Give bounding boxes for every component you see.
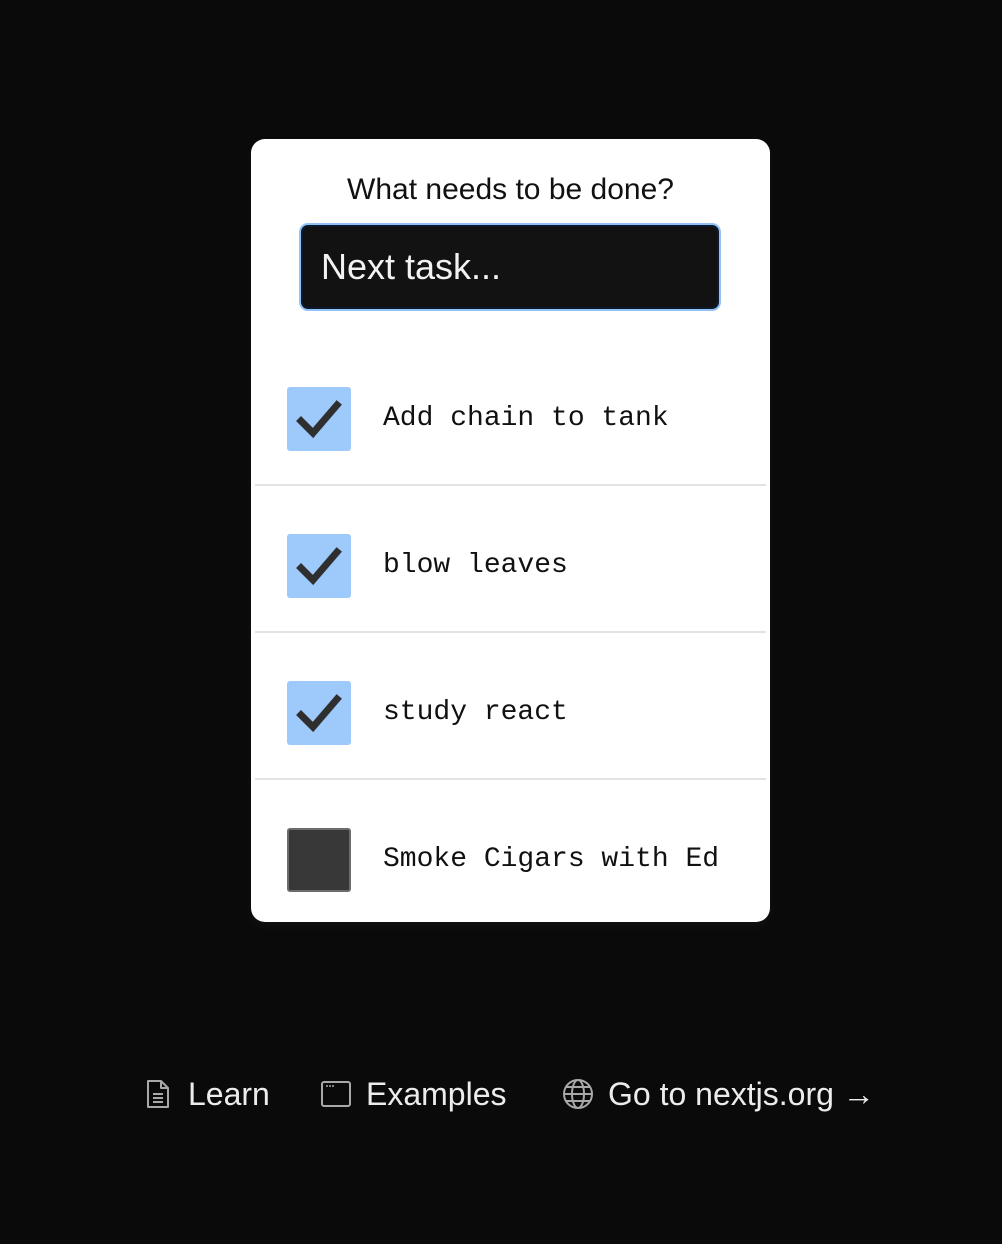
todo-prompt: What needs to be done? (347, 173, 674, 206)
todo-item: Add chain to tank (255, 339, 766, 486)
checkmark-icon (296, 694, 342, 733)
learn-link[interactable]: Learn (142, 1072, 282, 1116)
document-icon (147, 1080, 169, 1108)
todo-item: blow leaves (255, 486, 766, 633)
todo-checkbox-checked[interactable] (287, 387, 351, 451)
window-icon (321, 1081, 351, 1107)
footer-nav: Learn Examples Go to nextjs.org → (0, 1072, 1002, 1116)
nextjs-org-link[interactable]: Go to nextjs.org → (562, 1072, 892, 1116)
examples-link[interactable]: Examples (320, 1072, 520, 1116)
new-task-input[interactable] (301, 225, 719, 309)
checkmark-icon (296, 400, 342, 439)
todo-text: Add chain to tank (383, 403, 669, 434)
todo-checkbox-unchecked[interactable] (287, 828, 351, 892)
todo-checkbox-checked[interactable] (287, 681, 351, 745)
todo-text: blow leaves (383, 550, 568, 581)
todo-item: Smoke Cigars with Ed (255, 780, 766, 925)
todo-text: Smoke Cigars with Ed (383, 844, 720, 875)
todo-list: Add chain to tank blow leaves study reac… (255, 339, 766, 925)
nextjs-org-link-label: Go to nextjs.org → (608, 1076, 875, 1112)
checkmark-icon (296, 547, 342, 586)
todo-text: study react (383, 697, 568, 728)
learn-link-label: Learn (188, 1076, 270, 1112)
globe-icon (563, 1079, 593, 1109)
todo-item: study react (255, 633, 766, 780)
todo-checkbox-checked[interactable] (287, 534, 351, 598)
todo-card: What needs to be done? Add chain to tank… (251, 139, 770, 922)
examples-link-label: Examples (366, 1076, 507, 1112)
